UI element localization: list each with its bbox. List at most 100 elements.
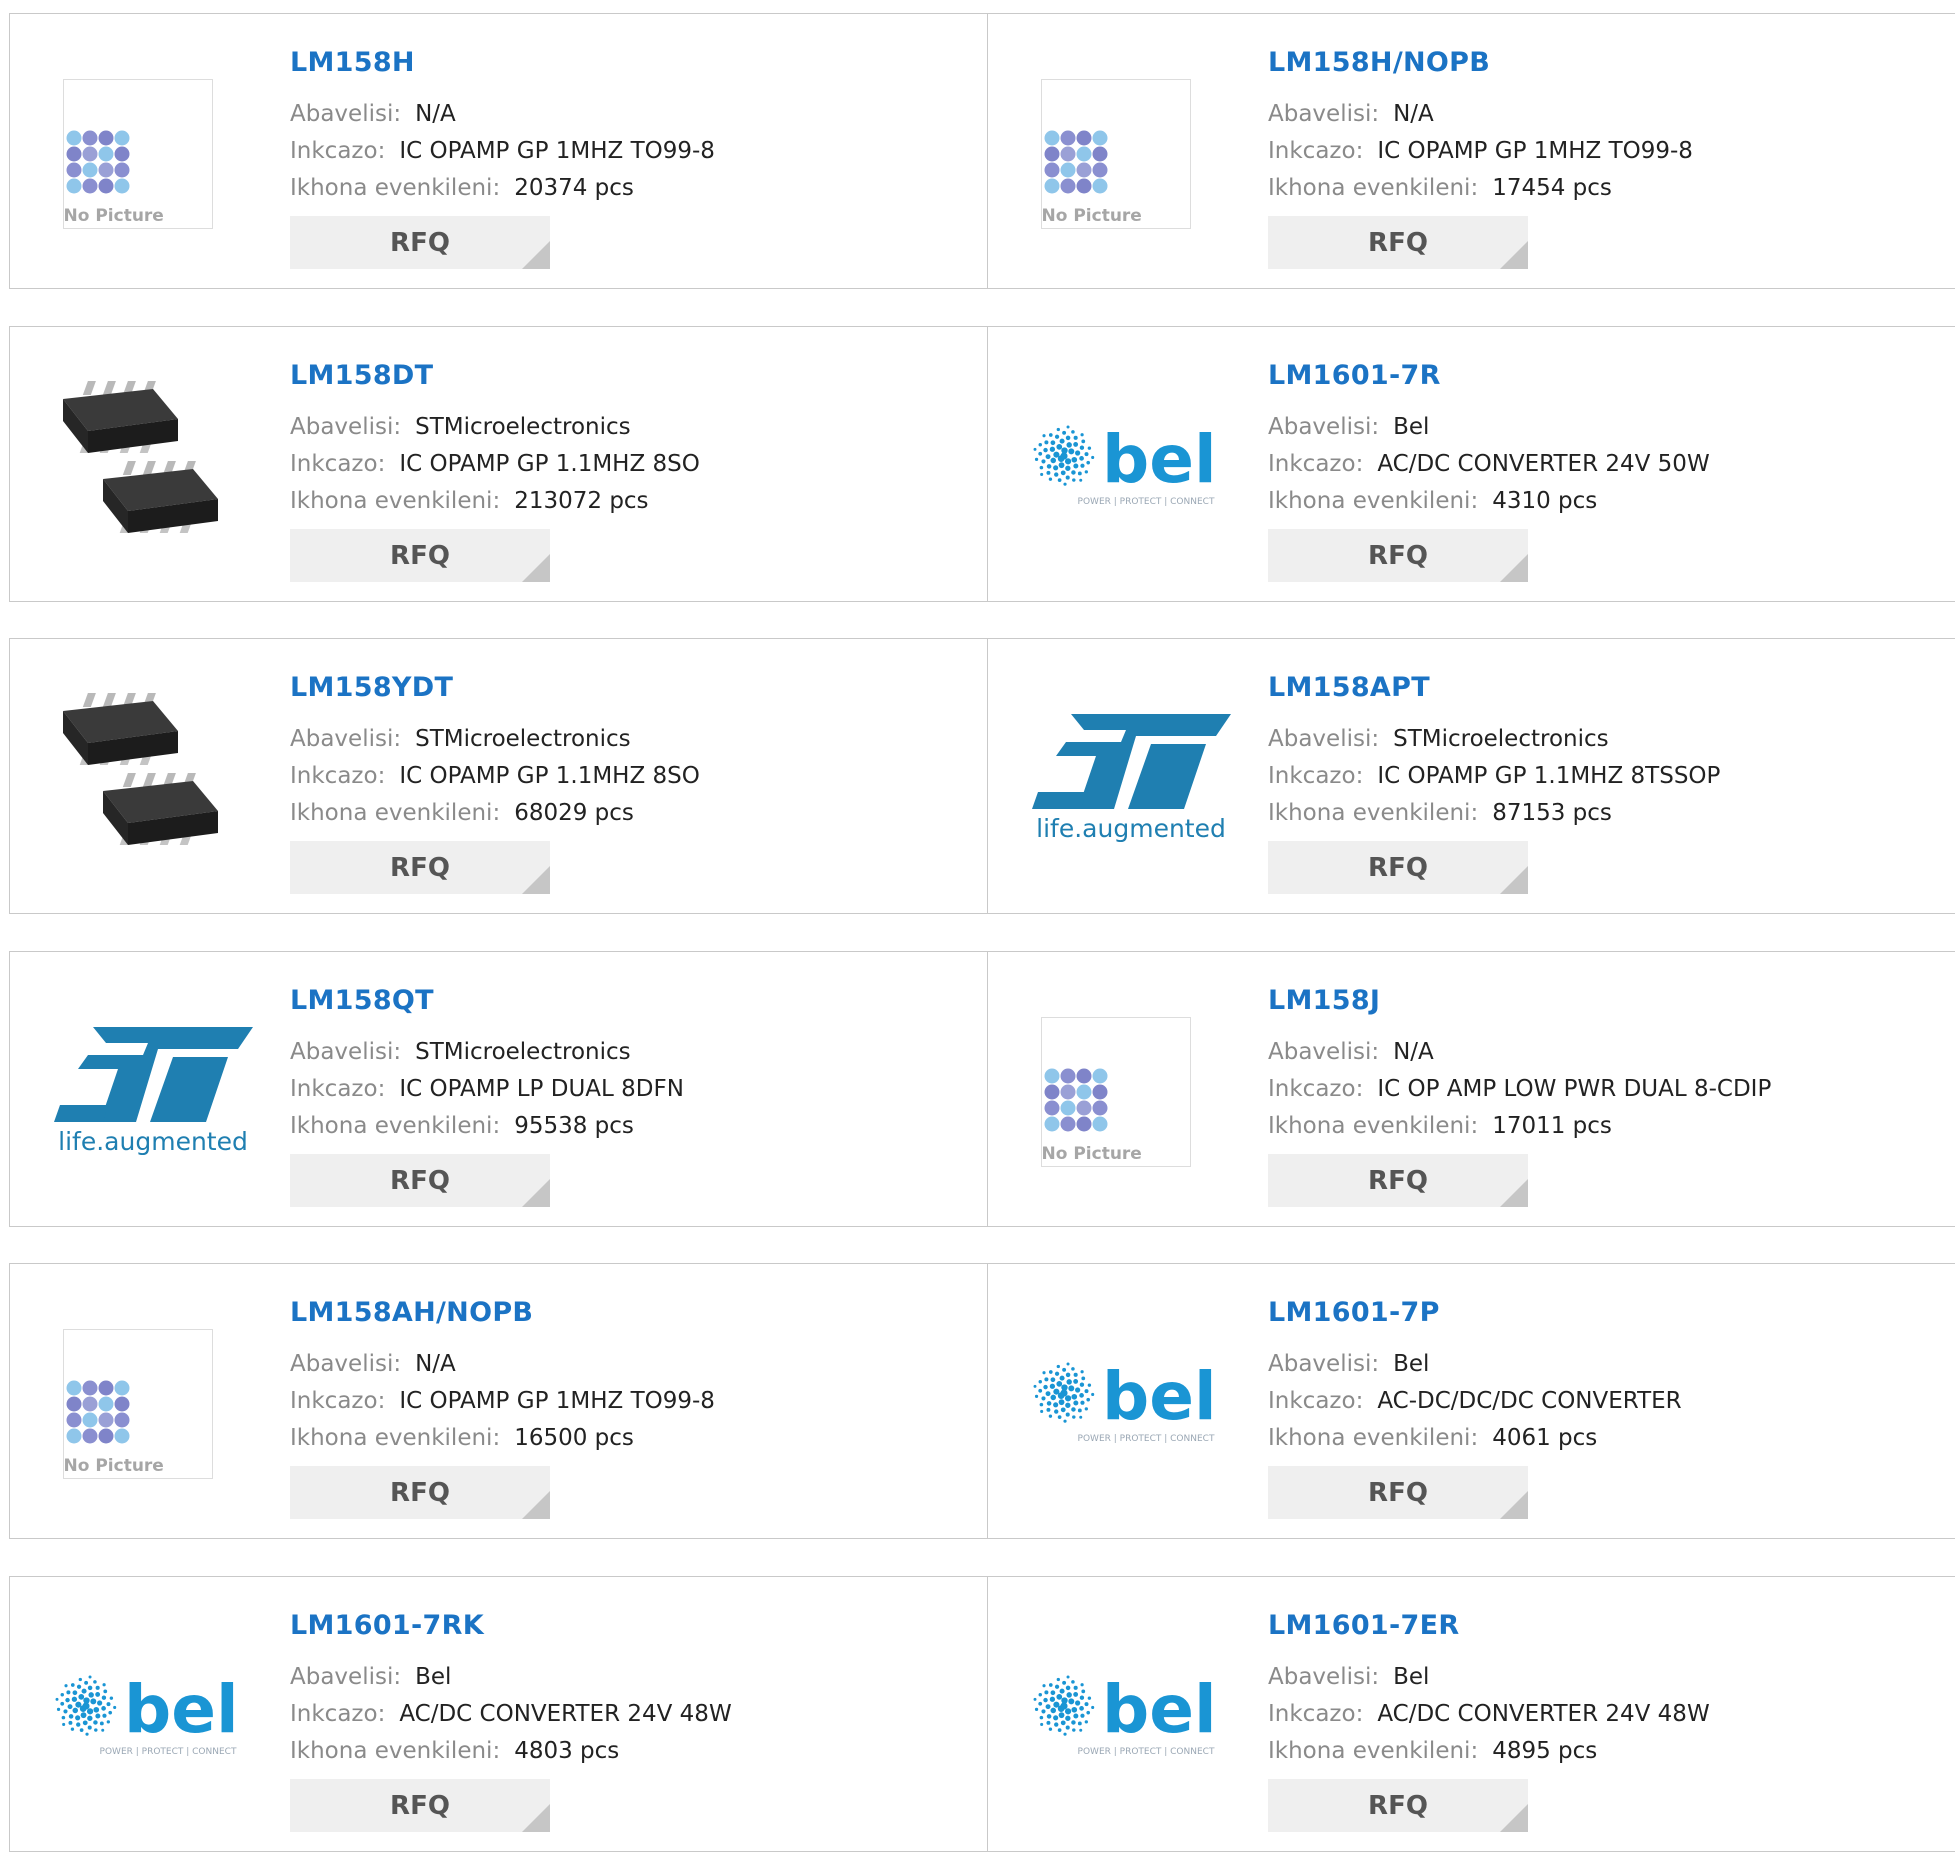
rfq-button[interactable]: RFQ [1268,841,1528,894]
part-number-link[interactable]: LM1601-7R [1268,359,1942,393]
ic-chip-image [53,679,253,869]
stock-label: Ikhona evenkileni: [290,175,501,201]
product-card-1: No Picture LM158H/NOPB Abavelisi: N/A Ink… [987,13,1955,289]
product-card-9: bel POWER | PROTECT | CONNECT LM1601-7P A… [987,1263,1955,1539]
product-info: LM1601-7R Abavelisi: Bel Inkcazo: AC/DC CO… [1268,359,1942,520]
manufacturer-label: Abavelisi: [290,101,402,127]
description-row: Inkcazo: IC OPAMP GP 1.1MHZ 8SO [290,446,967,483]
product-image[interactable]: bel POWER | PROTECT | CONNECT [50,1617,255,1807]
stock-label: Ikhona evenkileni: [290,1738,501,1764]
product-image[interactable]: life.augmented [50,992,255,1182]
corner-triangle-icon [522,1491,550,1519]
product-image[interactable]: bel POWER | PROTECT | CONNECT [1028,1617,1233,1807]
manufacturer-row: Abavelisi: N/A [290,96,967,133]
product-image[interactable]: No Picture [1028,54,1233,244]
description-label: Inkcazo: [1268,1701,1364,1727]
product-card-10: bel POWER | PROTECT | CONNECT LM1601-7RK … [9,1576,988,1852]
product-image[interactable]: bel POWER | PROTECT | CONNECT [1028,367,1233,557]
bel-logo: bel POWER | PROTECT | CONNECT [1028,412,1233,512]
rfq-button[interactable]: RFQ [290,841,550,894]
manufacturer-label: Abavelisi: [290,1351,402,1377]
description-row: Inkcazo: AC/DC CONVERTER 24V 48W [1268,1696,1942,1733]
product-card-6: life.augmented LM158QT Abavelisi: STMicro… [9,951,988,1227]
manufacturer-row: Abavelisi: STMicroelectronics [290,721,967,758]
manufacturer-row: Abavelisi: N/A [1268,96,1942,133]
manufacturer-row: Abavelisi: N/A [290,1346,967,1383]
product-image[interactable] [50,679,255,869]
stock-row: Ikhona evenkileni: 20374 pcs [290,170,967,207]
description-row: Inkcazo: AC-DC/DC/DC CONVERTER [1268,1383,1942,1420]
part-number-link[interactable]: LM158H/NOPB [1268,46,1942,80]
product-info: LM1601-7RK Abavelisi: Bel Inkcazo: AC/DC C… [290,1609,967,1770]
manufacturer-value: STMicroelectronics [415,414,631,440]
part-number-link[interactable]: LM158YDT [290,671,967,705]
product-image[interactable]: No Picture [50,1304,255,1494]
rfq-button[interactable]: RFQ [290,216,550,269]
rfq-button[interactable]: RFQ [290,529,550,582]
description-value: IC OPAMP LP DUAL 8DFN [399,1076,684,1102]
part-number-link[interactable]: LM158APT [1268,671,1942,705]
rfq-button[interactable]: RFQ [1268,1466,1528,1519]
no-picture-text: No Picture [63,206,168,226]
description-label: Inkcazo: [1268,138,1364,164]
product-info: LM158APT Abavelisi: STMicroelectronics In… [1268,671,1942,832]
part-number-link[interactable]: LM1601-7RK [290,1609,967,1643]
corner-triangle-icon [522,241,550,269]
stock-label: Ikhona evenkileni: [1268,175,1479,201]
corner-triangle-icon [1500,1804,1528,1832]
rfq-label: RFQ [1368,852,1428,883]
stock-label: Ikhona evenkileni: [1268,1113,1479,1139]
corner-triangle-icon [1500,1179,1528,1207]
product-card-7: No Picture LM158J Abavelisi: N/A Inkcazo:… [987,951,1955,1227]
manufacturer-value: STMicroelectronics [415,1039,631,1065]
corner-triangle-icon [1500,554,1528,582]
part-number-link[interactable]: LM158J [1268,984,1942,1018]
product-card-3: bel POWER | PROTECT | CONNECT LM1601-7R A… [987,326,1955,602]
description-label: Inkcazo: [1268,451,1364,477]
product-card-0: No Picture LM158H Abavelisi: N/A Inkcazo:… [9,13,988,289]
manufacturer-label: Abavelisi: [1268,101,1380,127]
product-image[interactable]: life.augmented [1028,679,1233,869]
product-info: LM158H/NOPB Abavelisi: N/A Inkcazo: IC OPA… [1268,46,1942,207]
product-image[interactable] [50,367,255,557]
part-number-link[interactable]: LM1601-7P [1268,1296,1942,1330]
stock-value: 4061 pcs [1492,1425,1598,1451]
part-number-link[interactable]: LM158QT [290,984,967,1018]
manufacturer-value: Bel [415,1664,452,1690]
rfq-button[interactable]: RFQ [290,1779,550,1832]
stock-row: Ikhona evenkileni: 4803 pcs [290,1733,967,1770]
rfq-button[interactable]: RFQ [1268,216,1528,269]
part-number-link[interactable]: LM158DT [290,359,967,393]
part-number-link[interactable]: LM1601-7ER [1268,1609,1942,1643]
product-card-2: LM158DT Abavelisi: STMicroelectronics Ink… [9,326,988,602]
description-row: Inkcazo: IC OPAMP GP 1MHZ TO99-8 [290,1383,967,1420]
manufacturer-value: STMicroelectronics [1393,726,1609,752]
stock-value: 4803 pcs [514,1738,620,1764]
rfq-button[interactable]: RFQ [290,1466,550,1519]
rfq-label: RFQ [390,1790,450,1821]
stock-label: Ikhona evenkileni: [1268,1425,1479,1451]
part-number-link[interactable]: LM158H [290,46,967,80]
product-image[interactable]: No Picture [1028,992,1233,1182]
stock-label: Ikhona evenkileni: [1268,1738,1479,1764]
manufacturer-label: Abavelisi: [1268,726,1380,752]
product-image[interactable]: bel POWER | PROTECT | CONNECT [1028,1304,1233,1494]
rfq-button[interactable]: RFQ [1268,1154,1528,1207]
part-number-link[interactable]: LM158AH/NOPB [290,1296,967,1330]
svg-text:POWER | PROTECT | CONNECT: POWER | PROTECT | CONNECT [1078,497,1215,507]
rfq-button[interactable]: RFQ [1268,529,1528,582]
product-image[interactable]: No Picture [50,54,255,244]
stock-value: 16500 pcs [514,1425,634,1451]
manufacturer-row: Abavelisi: Bel [1268,1659,1942,1696]
rfq-label: RFQ [1368,1477,1428,1508]
description-label: Inkcazo: [290,1701,386,1727]
stock-row: Ikhona evenkileni: 95538 pcs [290,1108,967,1145]
rfq-label: RFQ [390,540,450,571]
description-label: Inkcazo: [290,1076,386,1102]
rfq-button[interactable]: RFQ [1268,1779,1528,1832]
stock-label: Ikhona evenkileni: [290,1425,501,1451]
stock-value: 87153 pcs [1492,800,1612,826]
description-label: Inkcazo: [290,1388,386,1414]
rfq-button[interactable]: RFQ [290,1154,550,1207]
stock-value: 17454 pcs [1492,175,1612,201]
